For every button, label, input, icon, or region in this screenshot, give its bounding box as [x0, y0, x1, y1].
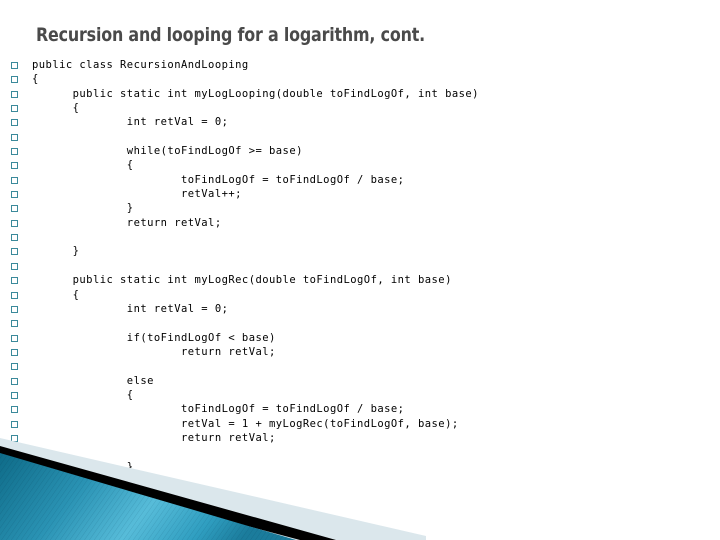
code-line-text: }: [32, 489, 39, 502]
code-line: int retVal = 0;: [0, 302, 720, 316]
code-line-text: return retVal;: [32, 345, 276, 358]
code-line-text: return retVal;: [32, 216, 222, 229]
square-bullet-icon: [11, 262, 18, 270]
code-line: toFindLogOf = toFindLogOf / base;: [0, 402, 720, 416]
square-bullet-icon: [11, 191, 18, 199]
square-bullet-icon: [11, 348, 18, 356]
code-line: }: [0, 244, 720, 258]
code-line-text: {: [32, 102, 80, 115]
code-line: {: [0, 388, 720, 402]
code-line: return retVal;: [0, 216, 720, 230]
code-line-text: public class RecursionAndLooping: [32, 59, 249, 71]
square-bullet-icon: [11, 105, 18, 113]
code-line-text: int retVal = 0;: [32, 116, 229, 129]
code-line-text: {: [32, 388, 134, 401]
code-line: [0, 230, 720, 244]
square-bullet-icon: [11, 391, 18, 399]
square-bullet-icon: [11, 62, 18, 69]
code-line: [0, 445, 720, 459]
code-line-text: retVal = 1 + myLogRec(toFindLogOf, base)…: [32, 417, 459, 430]
square-bullet-icon: [11, 305, 18, 313]
square-bullet-icon: [11, 90, 18, 98]
square-bullet-icon: [11, 148, 18, 156]
code-line: {: [0, 72, 720, 86]
code-line: }: [0, 201, 720, 215]
code-line-text: public static int myLogLooping(double to…: [32, 87, 479, 100]
code-line: public static int myLogLooping(double to…: [0, 87, 720, 101]
code-line-text: {: [32, 73, 39, 86]
code-line-text: }: [32, 245, 80, 258]
code-line: [0, 259, 720, 273]
code-line-text: toFindLogOf = toFindLogOf / base;: [32, 403, 405, 416]
code-line-text: while(toFindLogOf >= base): [32, 145, 303, 158]
code-line-text: public static int myLogRec(double toFind…: [32, 274, 452, 287]
square-bullet-icon: [11, 363, 18, 371]
square-bullet-icon: [11, 277, 18, 285]
code-line: return retVal;: [0, 345, 720, 359]
square-bullet-icon: [11, 219, 18, 227]
square-bullet-icon: [11, 234, 18, 242]
square-bullet-icon: [11, 205, 18, 213]
square-bullet-icon: [11, 434, 18, 442]
square-bullet-icon: [11, 133, 18, 141]
code-line-list: public class RecursionAndLooping { public…: [0, 58, 720, 503]
square-bullet-icon: [11, 334, 18, 342]
code-line-text: if(toFindLogOf < base): [32, 331, 276, 344]
code-line-text: }: [32, 474, 80, 487]
square-bullet-icon: [11, 477, 18, 485]
square-bullet-icon: [11, 162, 18, 170]
code-line-text: }: [32, 202, 134, 215]
square-bullet-icon: [11, 406, 18, 414]
code-line: {: [0, 101, 720, 115]
square-bullet-icon: [11, 248, 18, 256]
square-bullet-icon: [11, 291, 18, 299]
code-line: if(toFindLogOf < base): [0, 331, 720, 345]
square-bullet-icon: [11, 320, 18, 328]
code-line: retVal = 1 + myLogRec(toFindLogOf, base)…: [0, 417, 720, 431]
code-line: [0, 130, 720, 144]
square-bullet-icon: [11, 492, 18, 500]
code-body: public class RecursionAndLooping { public…: [0, 58, 720, 501]
code-line: }: [0, 474, 720, 488]
code-line: else: [0, 374, 720, 388]
code-line: {: [0, 158, 720, 172]
square-bullet-icon: [11, 463, 18, 471]
code-line-text: retVal++;: [32, 188, 242, 201]
code-line: int retVal = 0;: [0, 115, 720, 129]
code-line-text: }: [32, 460, 134, 473]
code-line: return retVal;: [0, 431, 720, 445]
code-line-text: toFindLogOf = toFindLogOf / base;: [32, 173, 405, 186]
page-title: Recursion and looping for a logarithm, c…: [36, 23, 426, 46]
code-line: retVal++;: [0, 187, 720, 201]
code-line: public class RecursionAndLooping: [0, 58, 720, 72]
square-bullet-icon: [11, 377, 18, 385]
code-line: }: [0, 488, 720, 502]
square-bullet-icon: [11, 176, 18, 184]
square-bullet-icon: [11, 76, 18, 84]
code-line-text: {: [32, 288, 80, 301]
code-line: public static int myLogRec(double toFind…: [0, 273, 720, 287]
code-line: toFindLogOf = toFindLogOf / base;: [0, 173, 720, 187]
code-line: }: [0, 460, 720, 474]
square-bullet-icon: [11, 420, 18, 428]
square-bullet-icon: [11, 449, 18, 457]
square-bullet-icon: [11, 119, 18, 127]
code-line: [0, 359, 720, 373]
code-line: while(toFindLogOf >= base): [0, 144, 720, 158]
code-line-text: return retVal;: [32, 431, 276, 444]
code-line-text: else: [32, 374, 154, 387]
code-line: [0, 316, 720, 330]
code-line: {: [0, 288, 720, 302]
code-line-text: int retVal = 0;: [32, 302, 229, 315]
slide: Recursion and looping for a logarithm, c…: [0, 0, 720, 540]
code-line-text: {: [32, 159, 134, 172]
